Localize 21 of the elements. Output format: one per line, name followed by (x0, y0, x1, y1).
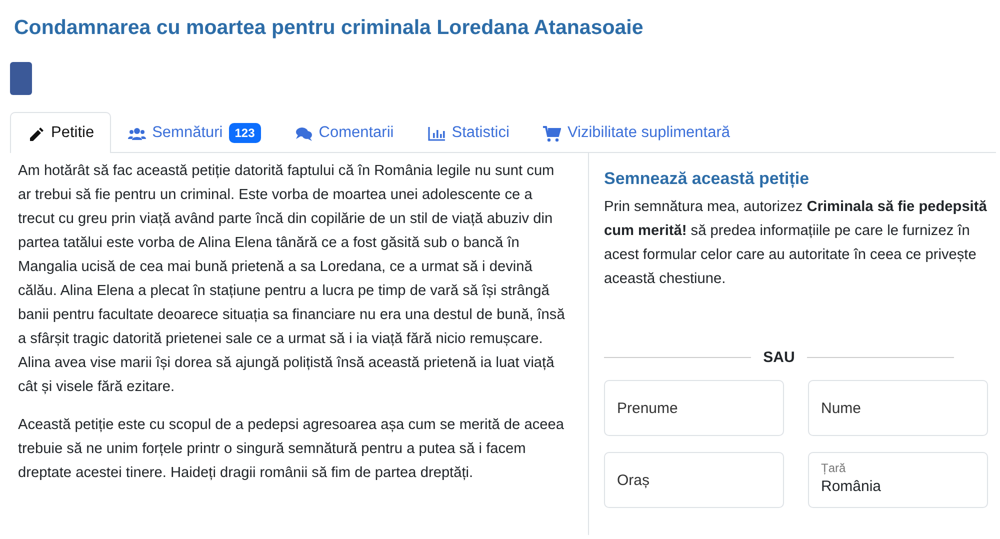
input-field[interactable]: Prenume (604, 380, 784, 436)
tab[interactable]: Comentarii (278, 112, 411, 153)
tab[interactable]: Statistici (410, 112, 526, 153)
input-field[interactable]: Oraș (604, 452, 784, 508)
cart-icon (543, 124, 562, 142)
tab[interactable]: Petitie (10, 112, 112, 153)
field-label: Țară (821, 461, 846, 475)
sign-heading: Semnează această petiție (604, 169, 810, 189)
tab[interactable]: Semnături 123 (111, 112, 278, 153)
divider-label: SAU (763, 349, 795, 366)
count-badge: 123 (228, 123, 261, 143)
chart-icon (428, 124, 446, 142)
petition-paragraph: Am hotărât să fac această petiție datorită faptului că în România legile nu sunt cum ar trebui să fie pentru un criminal. Este vorba de moartea unei adolescente ce a trecut cu greu prin viață având parte încă din copilărie de un stil de viață abuziv din partea tatălui este vorba de Alina Elena tânără ce a fost găsită sub o bancă în Mangalia ucisă de cea mai bună prietenă a sa Loredana, ce a urmat să i devină călău. Alina Elena a plecat în stațiune pentru a lucra pe timp de vară să își strângă banii pentru facultate deoarece situația sa financiare nu era una destul de bună, însă a sfârșit tragic datorită prietenei sale ce a urmat să i ia viață fără nicio remușcare. Alina avea vise marii își dorea să ajungă polițistă însă această prietenă ia luat viață cât și visele fără ezitare. (18, 162, 566, 397)
share-button[interactable] (10, 62, 32, 95)
petition-paragraph: Această petiție este cu scopul de a pedepsi agresoarea așa cum se merită de aceea trebuie să ne unim forțele printr o singură semnătură pentru a putea să i facem dreptate acestei tinere. Haideți dragii românii să fim de partea dreptăți. (18, 416, 565, 483)
input-field[interactable]: Nume (808, 380, 988, 436)
comments-icon (294, 124, 313, 142)
consent-text: Prin semnătura mea, autorizez Criminala să fie pedepsită cum merită! să predea informațiile pe care le furnizez în acest formular celor care au autoritate în ceea ce privește această chestiune. (604, 198, 988, 289)
petition-title: Condamnarea cu moartea pentru criminala Loredana Atanasoaie (13, 15, 644, 40)
tab[interactable]: Vizibilitate suplimentară (526, 112, 747, 153)
pencil-icon (27, 124, 45, 142)
